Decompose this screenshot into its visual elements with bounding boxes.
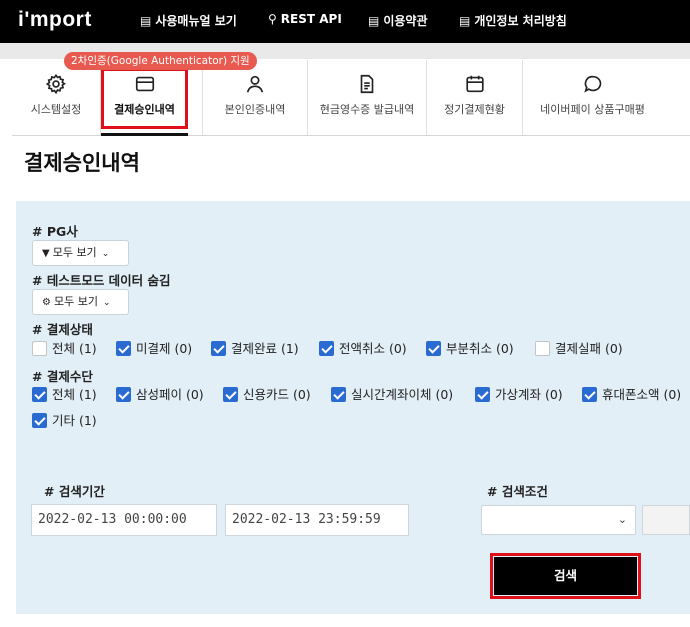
tab-cash-receipts-label: 현금영수증 발급내역 (319, 103, 415, 116)
search-button[interactable]: 검색 (494, 557, 637, 595)
tab-naverpay-reviews[interactable]: 네이버페이 상품구매평 (522, 60, 662, 135)
book-icon: ▤ (368, 14, 380, 28)
checkbox-box (426, 341, 441, 356)
checkbox-box (331, 387, 346, 402)
book-icon: ▤ (459, 14, 471, 28)
card-icon (135, 76, 154, 92)
filter-icon: ▼ (42, 248, 50, 259)
top-navigation: i'mport ▤ 사용매뉴얼 보기 ⚲ REST API ▤ 이용약관 ▤ 개인정보 … (0, 0, 690, 43)
document-icon (360, 74, 374, 94)
checkbox-label: 기타 (1) (52, 413, 97, 428)
search-period-label: # 검색기간 (44, 484, 105, 499)
status-filter-label: # 결제상태 (32, 322, 93, 337)
checkbox-box (319, 341, 334, 356)
book-icon: ▤ (140, 14, 152, 28)
checkbox-label: 전체 (1) (52, 387, 97, 402)
checkbox-box (116, 387, 131, 402)
key-icon: ⚲ (268, 12, 277, 26)
test-mode-filter-label: # 테스트모드 데이터 숨김 (32, 273, 171, 288)
checkbox-box (582, 387, 597, 402)
checkbox-label: 가상계좌 (0) (495, 387, 563, 402)
tab-system-settings[interactable]: 시스템설정 (12, 60, 100, 135)
nav-terms-link[interactable]: ▤ 이용약관 (368, 12, 428, 29)
checkbox-label: 부분취소 (0) (446, 341, 514, 356)
tab-payment-approvals[interactable]: 결제승인내역 (100, 60, 188, 136)
pg-filter-label: # PG사 (32, 224, 78, 239)
checkbox-label: 삼성페이 (0) (136, 387, 204, 402)
brand-logo[interactable]: i'mport (18, 8, 92, 32)
nav-manual-label: 사용매뉴얼 보기 (155, 14, 237, 28)
calendar-icon (465, 75, 484, 93)
search-condition-select[interactable]: ⌄ (481, 505, 636, 535)
two-factor-badge: 2차인증(Google Authenticator) 지원 (64, 52, 257, 70)
tab-identity-verification[interactable]: 본인인증내역 (202, 60, 307, 135)
search-condition-label: # 검색조건 (487, 484, 548, 499)
tab-naverpay-reviews-label: 네이버페이 상품구매평 (540, 103, 645, 116)
tab-recurring-payments-label: 정기결제현황 (444, 103, 505, 116)
pg-filter-value: 모두 보기 (52, 246, 97, 259)
nav-manual-link[interactable]: ▤ 사용매뉴얼 보기 (140, 12, 237, 29)
checkbox-label: 결제완료 (1) (231, 341, 299, 356)
checkbox-label: 전체 (1) (52, 341, 97, 356)
search-keyword-input[interactable] (642, 505, 690, 535)
nav-privacy-label: 개인정보 처리방침 (474, 14, 567, 28)
checkbox-label: 신용카드 (0) (243, 387, 311, 402)
nav-rest-api-link[interactable]: ⚲ REST API (268, 12, 342, 26)
page-title: 결제승인내역 (24, 151, 140, 175)
checkbox-label: 실시간계좌이체 (0) (351, 387, 454, 402)
gear-icon (45, 73, 66, 95)
checkbox-box (475, 387, 490, 402)
start-datetime-input[interactable]: 2022-02-13 00:00:00 (31, 504, 217, 536)
tab-system-settings-label: 시스템설정 (30, 103, 82, 116)
chat-bubble-icon (583, 75, 601, 93)
checkbox-box (32, 413, 47, 428)
checkbox-box (211, 341, 226, 356)
chevron-down-icon: ⌄ (101, 249, 110, 259)
chevron-down-icon: ⌄ (102, 298, 111, 308)
tab-payment-approvals-label: 결제승인내역 (114, 103, 175, 116)
tab-cash-receipts[interactable]: 현금영수증 발급내역 (307, 60, 426, 135)
test-mode-filter-dropdown[interactable]: ⚙ 모두 보기 ⌄ (32, 289, 129, 315)
checkbox-label: 미결제 (0) (136, 341, 193, 356)
chevron-down-icon: ⌄ (617, 513, 627, 526)
gear-icon: ⚙ (42, 297, 51, 308)
checkbox-label: 결제실패 (0) (555, 341, 623, 356)
checkbox-box (32, 341, 47, 356)
checkbox-box (32, 387, 47, 402)
tab-identity-verification-label: 본인인증내역 (224, 103, 286, 116)
method-filter-label: # 결제수단 (32, 369, 93, 384)
nav-rest-api-label: REST API (280, 12, 342, 26)
pg-filter-dropdown[interactable]: ▼ 모두 보기 ⌄ (32, 240, 129, 266)
end-datetime-input[interactable]: 2022-02-13 23:59:59 (225, 504, 409, 536)
checkbox-label: 휴대폰소액 (0) (602, 387, 682, 402)
tab-recurring-payments[interactable]: 정기결제현황 (426, 60, 522, 135)
checkbox-box (116, 341, 131, 356)
tab-bar: 시스템설정 결제승인내역 본인인증내역 현금영수증 발급내역 정기결제현황 네이… (12, 60, 690, 136)
checkbox-label: 전액취소 (0) (339, 341, 407, 356)
nav-terms-label: 이용약관 (383, 14, 428, 28)
checkbox-box (223, 387, 238, 402)
checkbox-box (535, 341, 550, 356)
nav-privacy-link[interactable]: ▤ 개인정보 처리방침 (459, 12, 567, 29)
test-mode-filter-value: 모두 보기 (53, 295, 98, 308)
person-icon (246, 75, 264, 93)
